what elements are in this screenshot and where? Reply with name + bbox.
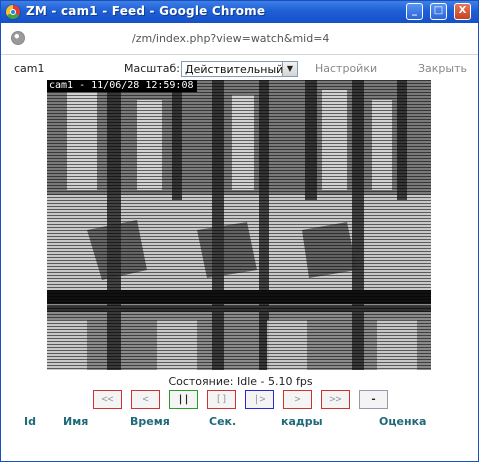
camera-feed: cam1 - 11/06/28 12:59:08 [47,80,431,370]
pause-button[interactable]: || [169,390,198,409]
column-header-frames[interactable]: кадры [281,415,323,428]
close-window-button[interactable]: X [454,3,471,20]
zoom-out-button[interactable]: - [359,390,388,409]
column-header-time[interactable]: Время [130,415,170,428]
chrome-icon [6,5,20,19]
slow-rewind-button[interactable]: < [131,390,160,409]
minimize-button[interactable]: _ [406,3,423,20]
close-link[interactable]: Закрыть [418,62,467,75]
monitor-name: cam1 [14,62,45,75]
maximize-button[interactable]: □ [430,3,447,20]
status-text: Состояние: Idle - 5.10 fps [168,375,313,388]
scale-select[interactable]: Действительный ▼ [181,61,298,77]
scale-selected-value: Действительный [185,63,284,76]
stop-button[interactable]: [] [207,390,236,409]
column-header-seconds[interactable]: Сек. [209,415,236,428]
window-title: ZM - cam1 - Feed - Google Chrome [26,4,266,18]
fast-rewind-button[interactable]: << [93,390,122,409]
url-text[interactable]: /zm/index.php?view=watch&mid=4 [132,32,329,45]
chevron-down-icon[interactable]: ▼ [282,62,297,76]
play-button[interactable]: |> [245,390,274,409]
video-timestamp: cam1 - 11/06/28 12:59:08 [47,80,197,92]
scale-label: Масштаб: [124,62,180,75]
column-header-id[interactable]: Id [24,415,36,428]
fast-forward-button[interactable]: >> [321,390,350,409]
scanline-overlay [47,80,431,370]
column-header-score[interactable]: Оценка [379,415,426,428]
column-header-name[interactable]: Имя [63,415,88,428]
slow-forward-button[interactable]: > [283,390,312,409]
page-icon [11,31,25,45]
settings-link[interactable]: Настройки [315,62,377,75]
address-bar[interactable]: /zm/index.php?view=watch&mid=4 [1,23,478,55]
title-bar[interactable]: ZM - cam1 - Feed - Google Chrome _ □ X [1,1,478,23]
browser-window: ZM - cam1 - Feed - Google Chrome _ □ X /… [0,0,479,462]
